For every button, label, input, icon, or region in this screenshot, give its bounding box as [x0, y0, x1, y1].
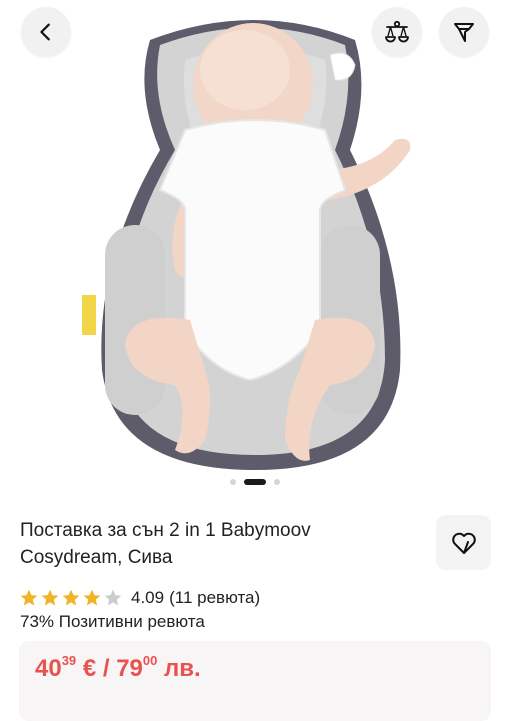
rating-score: 4.09: [131, 588, 165, 607]
back-button[interactable]: [21, 7, 71, 57]
filter-icon: [454, 23, 474, 42]
rating-text[interactable]: 4.09 (11 ревюта): [131, 588, 265, 608]
price-bgn-symbol: лв.: [157, 655, 201, 682]
price-bgn-cents: 00: [142, 653, 158, 668]
price-eur-cents: 39: [61, 653, 77, 668]
product-title-line2: Cosydream, Сива: [20, 547, 173, 568]
price: 4039 € / 7900 лв.: [35, 653, 201, 683]
positive-reviews: 73% Позитивни ревюта: [20, 612, 205, 631]
star-empty-icon: [104, 589, 122, 606]
favorite-button[interactable]: [436, 515, 491, 570]
compare-button[interactable]: [372, 7, 422, 57]
heart-icon: [451, 532, 476, 554]
price-bgn-whole: 79: [116, 655, 143, 682]
product-title-line1: Поставка за сън 2 in 1 Babymoov: [20, 520, 311, 541]
price-eur-symbol: € /: [76, 655, 117, 682]
star-filled-icon: [62, 589, 80, 606]
product-title: Поставка за сън 2 in 1 Babymoov Cosydrea…: [20, 517, 420, 571]
star-filled-icon: [41, 589, 59, 606]
star-filled-icon: [20, 589, 38, 606]
price-eur-whole: 40: [35, 655, 62, 682]
product-image[interactable]: [0, 0, 510, 500]
pagination-dot-active[interactable]: [244, 479, 266, 485]
balance-scale-icon: [385, 20, 409, 43]
pagination-dot[interactable]: [230, 479, 236, 485]
star-filled-icon: [83, 589, 101, 606]
price-box: 4039 € / 7900 лв.: [19, 641, 491, 721]
share-button[interactable]: [439, 7, 489, 57]
rating-row[interactable]: 4.09 (11 ревюта): [19, 587, 265, 609]
reviews-count: (11 ревюта): [169, 588, 261, 607]
product-image-gallery[interactable]: [0, 0, 510, 500]
chevron-left-icon: [40, 23, 50, 41]
rating-stars: [19, 588, 123, 608]
pagination-dot[interactable]: [274, 479, 280, 485]
gallery-pagination: [0, 479, 510, 485]
